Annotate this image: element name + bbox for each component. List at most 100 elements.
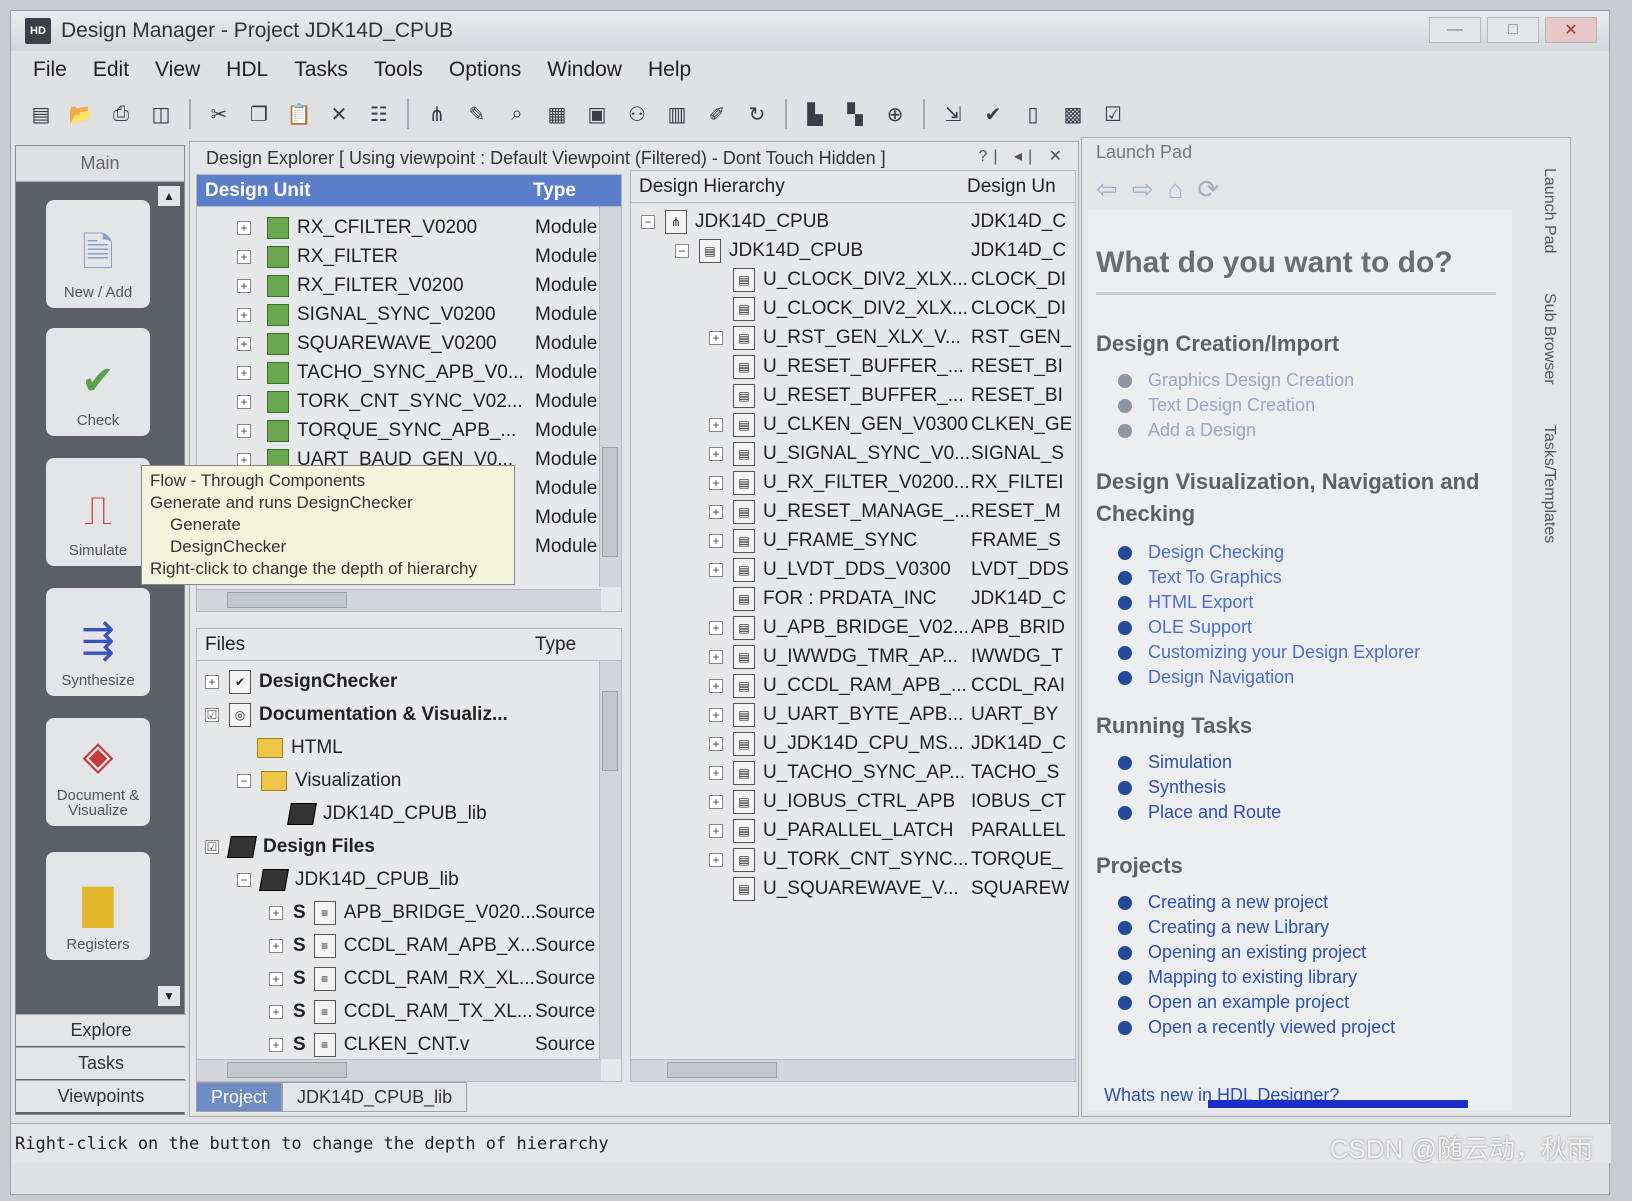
properties-icon[interactable]: ☷ bbox=[363, 98, 395, 130]
units-vscroll[interactable] bbox=[599, 207, 621, 587]
hierarchy-row[interactable]: + ▤ U_RST_GEN_XLX_V... RST_GEN_ bbox=[631, 323, 1075, 352]
expand-icon[interactable]: + bbox=[237, 220, 251, 235]
expand-icon[interactable]: + bbox=[709, 823, 723, 838]
expand-icon[interactable]: + bbox=[709, 562, 723, 577]
files-hscroll[interactable] bbox=[197, 1059, 601, 1081]
launch-link[interactable]: Synthesis bbox=[1118, 775, 1226, 800]
synthesize-button[interactable]: ⇶ Synthesize bbox=[46, 588, 150, 696]
expand-icon[interactable]: + bbox=[709, 794, 723, 809]
design-unit-row[interactable]: + RX_CFILTER_V0200 Module bbox=[197, 213, 597, 242]
expand-icon[interactable]: − bbox=[675, 243, 689, 258]
expand-icon[interactable]: + bbox=[269, 1004, 283, 1019]
file-row[interactable]: + ✔ DesignChecker bbox=[197, 667, 597, 696]
refresh-icon[interactable]: ⟳ bbox=[1197, 174, 1219, 205]
design-unit-row[interactable]: + SIGNAL_SYNC_V0200 Module bbox=[197, 300, 597, 329]
export-icon[interactable]: ⇲ bbox=[937, 98, 969, 130]
home-icon[interactable]: ⌂ bbox=[1168, 174, 1184, 205]
edit-document-icon[interactable]: ✐ bbox=[701, 98, 733, 130]
delete-icon[interactable]: ✕ bbox=[323, 98, 355, 130]
shortcut-scroll-up[interactable]: ▲ bbox=[158, 186, 180, 206]
expand-icon[interactable]: + bbox=[269, 938, 283, 953]
expand-icon[interactable]: + bbox=[709, 475, 723, 490]
expand-icon[interactable]: + bbox=[269, 905, 283, 920]
file-row[interactable]: + S ≡ CCDL_RAM_RX_XL... Source bbox=[197, 964, 597, 993]
hierarchy-row[interactable]: ▤ U_SQUAREWAVE_V... SQUAREW bbox=[631, 874, 1075, 903]
expand-icon[interactable]: + bbox=[237, 365, 251, 380]
copy-icon[interactable]: ❐ bbox=[243, 98, 275, 130]
expand-icon[interactable]: + bbox=[709, 678, 723, 693]
expand-icon[interactable]: + bbox=[709, 504, 723, 519]
launch-link[interactable]: HTML Export bbox=[1118, 590, 1253, 615]
design-unit-row[interactable]: + RX_FILTER_V0200 Module bbox=[197, 271, 597, 300]
viewpoints-tab[interactable]: Viewpoints bbox=[16, 1080, 186, 1112]
hierarchy-row[interactable]: + ▤ U_LVDT_DDS_V0300 LVDT_DDS bbox=[631, 555, 1075, 584]
launch-link[interactable]: OLE Support bbox=[1118, 615, 1252, 640]
find-icon[interactable]: ⊕ bbox=[879, 98, 911, 130]
file-row[interactable]: + S ≡ APB_BRIDGE_V020... Source bbox=[197, 898, 597, 927]
expand-icon[interactable]: + bbox=[709, 533, 723, 548]
check-icon[interactable]: ✔ bbox=[977, 98, 1009, 130]
back-arrow-icon[interactable]: ⇦ bbox=[1096, 174, 1118, 205]
hierarchy-row[interactable]: + ▤ U_TORK_CNT_SYNC... TORQUE_ bbox=[631, 845, 1075, 874]
forward-arrow-icon[interactable]: ⇨ bbox=[1132, 174, 1154, 205]
expand-icon[interactable]: + bbox=[709, 620, 723, 635]
expand-icon[interactable]: + bbox=[237, 307, 251, 322]
expand-icon[interactable]: + bbox=[237, 336, 251, 351]
hierarchy-row[interactable]: + ▤ U_SIGNAL_SYNC_V0... SIGNAL_S bbox=[631, 439, 1075, 468]
checklist-icon[interactable]: ☑ bbox=[1097, 98, 1129, 130]
menu-help[interactable]: Help bbox=[648, 58, 691, 82]
chip-icon[interactable]: ▥ bbox=[661, 98, 693, 130]
hierarchy-row[interactable]: ▤ U_CLOCK_DIV2_XLX... CLOCK_DI bbox=[631, 265, 1075, 294]
launch-link[interactable]: Open a recently viewed project bbox=[1118, 1015, 1395, 1040]
menu-hdl[interactable]: HDL bbox=[226, 58, 268, 82]
hierarchy-row[interactable]: + ▤ U_RESET_MANAGE_... RESET_M bbox=[631, 497, 1075, 526]
open-icon[interactable]: 📂 bbox=[65, 98, 97, 130]
hierarchy-row[interactable]: + ▤ U_FRAME_SYNC FRAME_S bbox=[631, 526, 1075, 555]
hierarchy-row[interactable]: + ▤ U_CLKEN_GEN_V0300 CLKEN_GE bbox=[631, 410, 1075, 439]
design-unit-row[interactable]: + TORK_CNT_SYNC_V02... Module bbox=[197, 387, 597, 416]
explorer-controls[interactable]: ?| ◂| ✕ bbox=[978, 146, 1068, 166]
expand-icon[interactable]: + bbox=[709, 765, 723, 780]
hierarchy-row[interactable]: + ▤ U_UART_BYTE_APB... UART_BY bbox=[631, 700, 1075, 729]
expand-icon[interactable]: + bbox=[709, 736, 723, 751]
cut-icon[interactable]: ✂ bbox=[203, 98, 235, 130]
tasks-tab[interactable]: Tasks bbox=[16, 1047, 186, 1079]
expand-icon[interactable]: + bbox=[237, 278, 251, 293]
hierarchy-row[interactable]: − ▤ JDK14D_CPUB JDK14D_C bbox=[631, 236, 1075, 265]
expand-icon[interactable]: + bbox=[237, 394, 251, 409]
design-unit-row[interactable]: + TORQUE_SYNC_APB_... Module bbox=[197, 416, 597, 445]
hierarchy-row[interactable]: − ⋔ JDK14D_CPUB JDK14D_C bbox=[631, 207, 1075, 236]
registers-button[interactable]: ▇ Registers bbox=[46, 852, 150, 960]
hierarchy-row[interactable]: + ▤ U_JDK14D_CPU_MS... JDK14D_C bbox=[631, 729, 1075, 758]
binoculars-icon[interactable]: ⚇ bbox=[621, 98, 653, 130]
file-row[interactable]: − Visualization bbox=[197, 766, 597, 795]
tab-library[interactable]: JDK14D_CPUB_lib bbox=[282, 1082, 468, 1112]
print-icon[interactable]: ⎙ bbox=[105, 98, 137, 130]
menu-view[interactable]: View bbox=[155, 58, 200, 82]
file-row[interactable]: + S ≡ CCDL_RAM_TX_XL... Source bbox=[197, 997, 597, 1026]
hierarchy-row[interactable]: + ▤ U_RX_FILTER_V0200... RX_FILTEI bbox=[631, 468, 1075, 497]
hierarchy-row[interactable]: ▤ U_CLOCK_DIV2_XLX... CLOCK_DI bbox=[631, 294, 1075, 323]
simulate-button[interactable]: ⎍ Simulate bbox=[46, 458, 150, 566]
design-unit-row[interactable]: + TACHO_SYNC_APB_V0... Module bbox=[197, 358, 597, 387]
launch-link[interactable]: Creating a new project bbox=[1118, 890, 1328, 915]
menu-file[interactable]: File bbox=[33, 58, 67, 82]
hierarchy-hscroll[interactable] bbox=[631, 1059, 1075, 1081]
launch-link[interactable]: Mapping to existing library bbox=[1118, 965, 1357, 990]
launch-link[interactable]: Text To Graphics bbox=[1118, 565, 1282, 590]
launch-link[interactable]: Opening an existing project bbox=[1118, 940, 1366, 965]
expand-icon[interactable]: ☑ bbox=[205, 839, 219, 854]
launch-link[interactable]: Text Design Creation bbox=[1118, 393, 1315, 418]
expand-icon[interactable]: + bbox=[269, 971, 283, 986]
expand-icon[interactable]: + bbox=[709, 852, 723, 867]
expand-icon[interactable]: + bbox=[709, 417, 723, 432]
expand-icon[interactable]: + bbox=[205, 674, 219, 689]
expand-icon[interactable]: − bbox=[237, 773, 251, 788]
edit-icon[interactable]: ✎ bbox=[461, 98, 493, 130]
launch-link[interactable]: Creating a new Library bbox=[1118, 915, 1329, 940]
refresh-icon[interactable]: ↻ bbox=[741, 98, 773, 130]
hierarchy-icon[interactable]: ⋔ bbox=[421, 98, 453, 130]
menu-tools[interactable]: Tools bbox=[374, 58, 423, 82]
design-unit-column[interactable]: Design Unit bbox=[197, 180, 533, 202]
launch-link[interactable]: Design Navigation bbox=[1118, 665, 1294, 690]
